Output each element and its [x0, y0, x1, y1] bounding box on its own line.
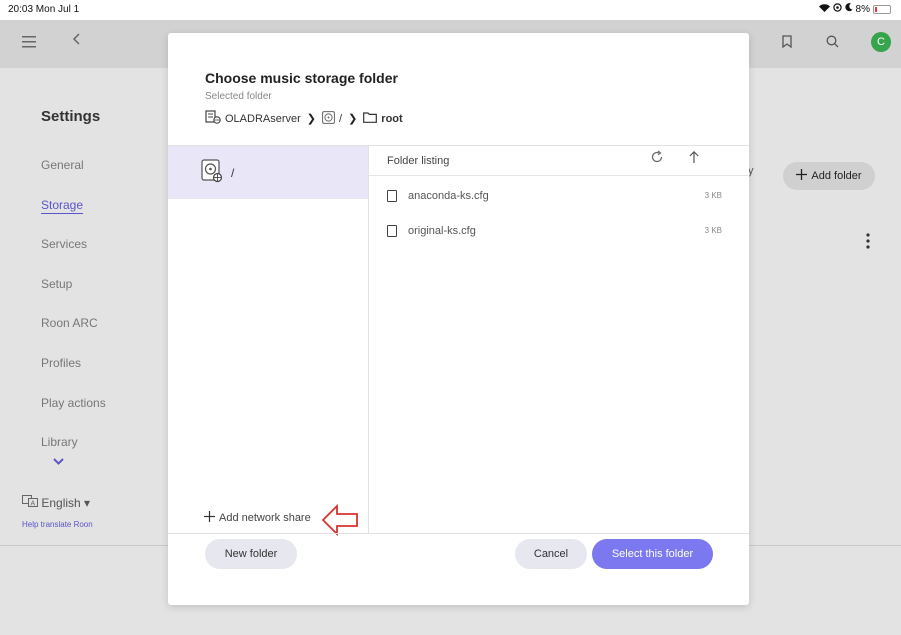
wifi-icon [818, 3, 830, 15]
server-icon [205, 110, 221, 127]
status-time: 20:03 Mon Jul 1 [8, 4, 80, 15]
hamburger-menu-icon[interactable] [22, 32, 36, 53]
drive-icon [322, 110, 335, 127]
status-icons: 8% [818, 3, 891, 15]
dialog-subtitle: Selected folder [205, 91, 272, 102]
sidebar-item-library[interactable]: Library [41, 435, 78, 449]
status-bar: 20:03 Mon Jul 1 8% [0, 0, 901, 20]
drive-list: / [168, 145, 369, 533]
annotation-arrow-icon [320, 503, 360, 542]
cancel-button[interactable]: Cancel [515, 539, 587, 569]
caret-down-icon: ▾ [84, 496, 91, 510]
bookmark-icon[interactable] [782, 32, 792, 53]
settings-sidebar: Settings General Storage Services Setup … [0, 68, 168, 538]
breadcrumb-separator-icon: ❯ [306, 113, 317, 125]
dialog-footer-divider [168, 533, 749, 534]
plus-icon [796, 169, 808, 183]
help-translate-link[interactable]: Help translate Roon [22, 520, 93, 529]
breadcrumb-drive[interactable]: / [339, 113, 342, 125]
file-size: 3 KB [704, 226, 722, 235]
arrow-up-icon[interactable] [688, 150, 700, 167]
file-name: anaconda-ks.cfg [408, 190, 489, 202]
file-row[interactable]: anaconda-ks.cfg 3 KB [387, 189, 726, 209]
folder-listing-label: Folder listing [387, 155, 450, 167]
sidebar-item-profiles[interactable]: Profiles [41, 356, 81, 370]
chevron-down-icon[interactable] [53, 454, 64, 468]
moon-icon [844, 3, 853, 15]
file-size: 3 KB [704, 191, 722, 200]
battery-percent: 8% [855, 3, 870, 15]
language-selector[interactable]: A English ▾ [22, 495, 90, 510]
folder-icon [363, 111, 378, 126]
sidebar-item-play-actions[interactable]: Play actions [41, 396, 106, 410]
breadcrumb: OLADRAserver ❯ / ❯ root [205, 110, 403, 127]
breadcrumb-folder[interactable]: root [381, 113, 402, 125]
plus-icon [204, 511, 215, 525]
breadcrumb-server[interactable]: OLADRAserver [225, 113, 301, 125]
folder-listing-header: Folder listing [369, 146, 748, 176]
file-icon [387, 225, 397, 237]
file-row[interactable]: original-ks.cfg 3 KB [387, 224, 726, 244]
drive-item[interactable]: / [168, 146, 368, 199]
add-network-share-button[interactable]: Add network share [204, 511, 311, 525]
hard-drive-icon [201, 159, 223, 186]
add-network-share-label: Add network share [219, 512, 311, 524]
file-name: original-ks.cfg [408, 225, 476, 237]
add-folder-button[interactable]: Add folder [783, 162, 875, 190]
back-icon[interactable] [72, 30, 82, 51]
language-label: English [41, 496, 81, 510]
translate-icon: A [22, 495, 41, 510]
sidebar-item-roon-arc[interactable]: Roon ARC [41, 316, 98, 330]
select-this-folder-button[interactable]: Select this folder [592, 539, 713, 569]
settings-title: Settings [41, 108, 101, 125]
sidebar-item-general[interactable]: General [41, 158, 84, 172]
breadcrumb-separator-icon: ❯ [348, 113, 358, 125]
svg-text:A: A [31, 501, 36, 508]
new-folder-button[interactable]: New folder [205, 539, 297, 569]
battery-icon [873, 4, 891, 14]
drive-label: / [231, 165, 235, 180]
sidebar-item-setup[interactable]: Setup [41, 277, 72, 291]
choose-folder-dialog: Choose music storage folder Selected fol… [168, 33, 749, 605]
file-icon [387, 190, 397, 202]
refresh-icon[interactable] [650, 150, 664, 167]
add-folder-label: Add folder [811, 170, 862, 182]
search-icon[interactable] [826, 32, 839, 53]
avatar[interactable]: C [871, 32, 891, 52]
sidebar-item-storage[interactable]: Storage [41, 198, 83, 212]
folder-listing-pane: Folder listing anaconda-ks.cfg 3 KB orig… [369, 145, 749, 533]
more-options-icon[interactable] [866, 233, 870, 254]
focus-icon [832, 3, 842, 15]
sidebar-item-services[interactable]: Services [41, 237, 87, 251]
dialog-title: Choose music storage folder [205, 70, 398, 86]
